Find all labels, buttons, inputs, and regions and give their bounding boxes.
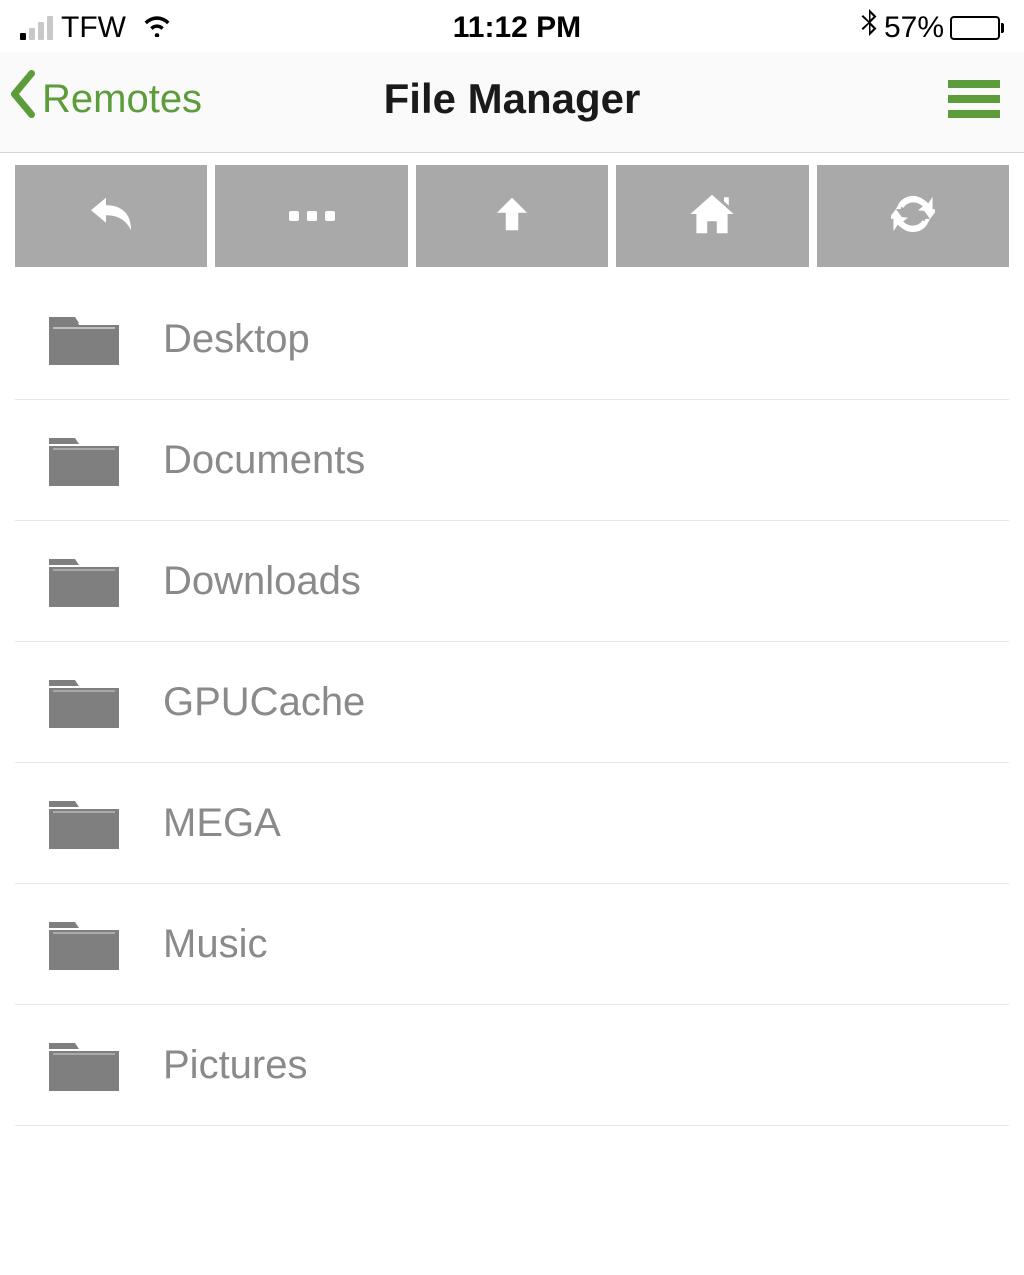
back-history-button[interactable] (15, 165, 207, 267)
folder-icon (45, 430, 123, 490)
nav-bar: Remotes File Manager (0, 52, 1024, 153)
file-name: GPUCache (163, 680, 365, 725)
folder-icon (45, 793, 123, 853)
file-name: Music (163, 922, 267, 967)
back-label: Remotes (42, 77, 202, 122)
status-bar: TFW 11:12 PM 57% (0, 0, 1024, 52)
file-name: Pictures (163, 1043, 308, 1088)
list-item[interactable]: Documents (15, 400, 1009, 521)
back-button[interactable]: Remotes (8, 70, 202, 128)
toolbar (0, 153, 1024, 279)
list-item[interactable]: Downloads (15, 521, 1009, 642)
refresh-icon (891, 192, 935, 241)
home-icon (688, 192, 736, 241)
bluetooth-icon (860, 9, 878, 47)
status-left: TFW (20, 11, 174, 45)
list-item[interactable]: Desktop (15, 279, 1009, 400)
more-options-button[interactable] (215, 165, 407, 267)
list-item[interactable]: MEGA (15, 763, 1009, 884)
refresh-button[interactable] (817, 165, 1009, 267)
carrier-label: TFW (61, 11, 126, 45)
status-right: 57% (860, 9, 1004, 47)
reply-arrow-icon (86, 192, 136, 241)
file-name: Downloads (163, 559, 361, 604)
file-list: Desktop Documents Downloads GPUCache MEG… (0, 279, 1024, 1126)
file-name: Documents (163, 438, 365, 483)
folder-icon (45, 1035, 123, 1095)
list-item[interactable]: Music (15, 884, 1009, 1005)
chevron-left-icon (8, 70, 38, 128)
arrow-up-icon (492, 192, 532, 241)
list-item[interactable]: GPUCache (15, 642, 1009, 763)
battery-pct: 57% (884, 11, 944, 45)
folder-icon (45, 672, 123, 732)
home-button[interactable] (616, 165, 808, 267)
battery-icon (950, 16, 1004, 40)
menu-button[interactable] (944, 76, 1004, 122)
list-item[interactable]: Pictures (15, 1005, 1009, 1126)
signal-icon (20, 16, 53, 40)
folder-icon (45, 551, 123, 611)
page-title: File Manager (384, 75, 641, 123)
file-name: MEGA (163, 801, 281, 846)
ellipsis-icon (289, 211, 335, 221)
folder-icon (45, 309, 123, 369)
status-time: 11:12 PM (453, 11, 581, 45)
folder-icon (45, 914, 123, 974)
file-name: Desktop (163, 317, 310, 362)
hamburger-icon (948, 80, 1000, 88)
up-directory-button[interactable] (416, 165, 608, 267)
wifi-icon (140, 11, 174, 45)
